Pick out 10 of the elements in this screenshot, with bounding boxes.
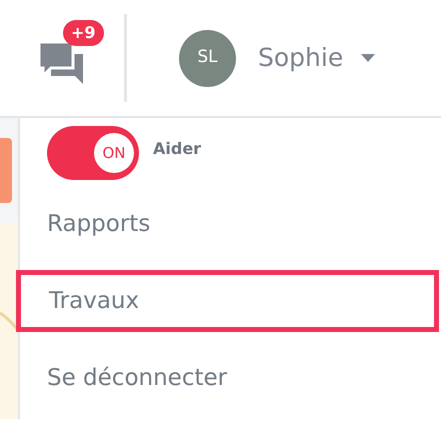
menu-item[interactable]: Travaux xyxy=(16,270,439,332)
menu-item[interactable]: Rapports xyxy=(20,188,441,260)
user-avatar: SL xyxy=(179,30,236,86)
user-menu-button[interactable]: SL Sophie xyxy=(179,0,376,116)
toggle-switch[interactable]: ON xyxy=(47,126,139,180)
user-name: Sophie xyxy=(258,42,344,74)
toggle-label: Aider xyxy=(153,138,202,160)
caret-icon xyxy=(361,54,376,62)
menu-item[interactable]: Se déconnecter xyxy=(20,342,441,414)
notification-badge: +9 xyxy=(63,20,104,46)
